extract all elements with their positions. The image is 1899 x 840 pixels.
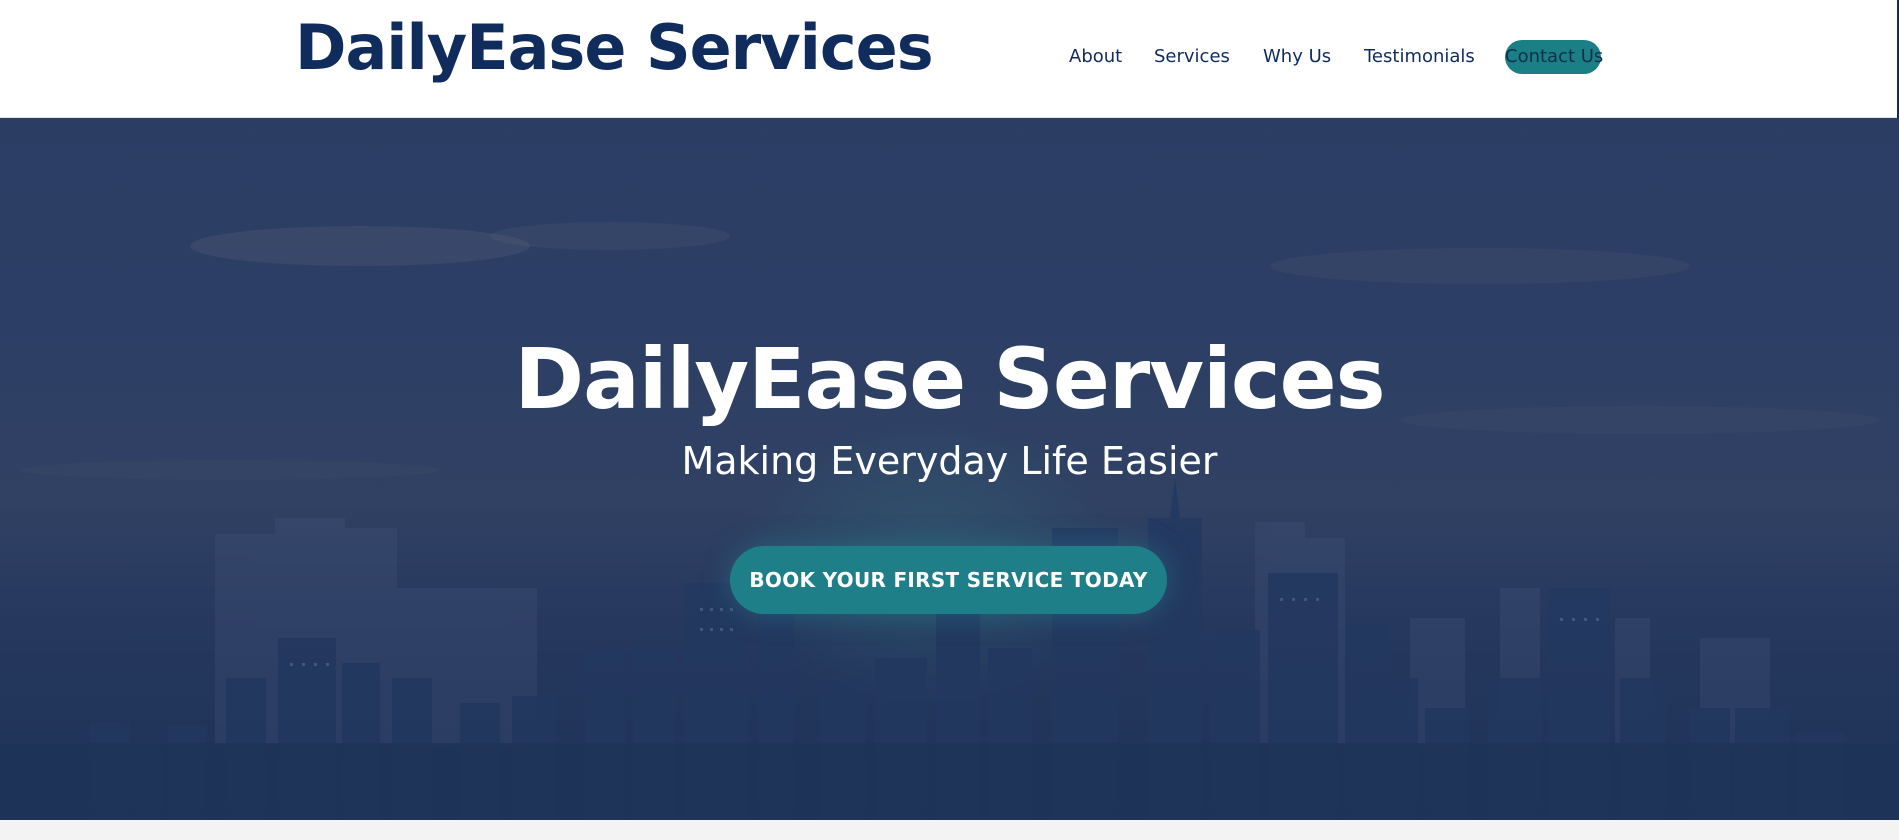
nav-link-about[interactable]: About <box>1069 40 1122 74</box>
nav-link-why-us[interactable]: Why Us <box>1263 40 1331 74</box>
hero-title: DailyEase Services <box>514 330 1385 428</box>
main-nav: About Services Why Us Testimonials Conta… <box>0 40 1899 74</box>
nav-link-services[interactable]: Services <box>1154 40 1230 74</box>
book-first-service-button[interactable]: BOOK YOUR FIRST SERVICE TODAY <box>730 546 1167 614</box>
site-header: DailyEase Services About Services Why Us… <box>0 0 1899 118</box>
next-section-strip <box>0 820 1899 840</box>
hero-subtitle: Making Everyday Life Easier <box>681 439 1218 483</box>
nav-contact-button[interactable]: Contact Us <box>1505 40 1603 74</box>
nav-link-testimonials[interactable]: Testimonials <box>1364 40 1475 74</box>
hero-section: DailyEase Services Making Everyday Life … <box>0 118 1899 820</box>
